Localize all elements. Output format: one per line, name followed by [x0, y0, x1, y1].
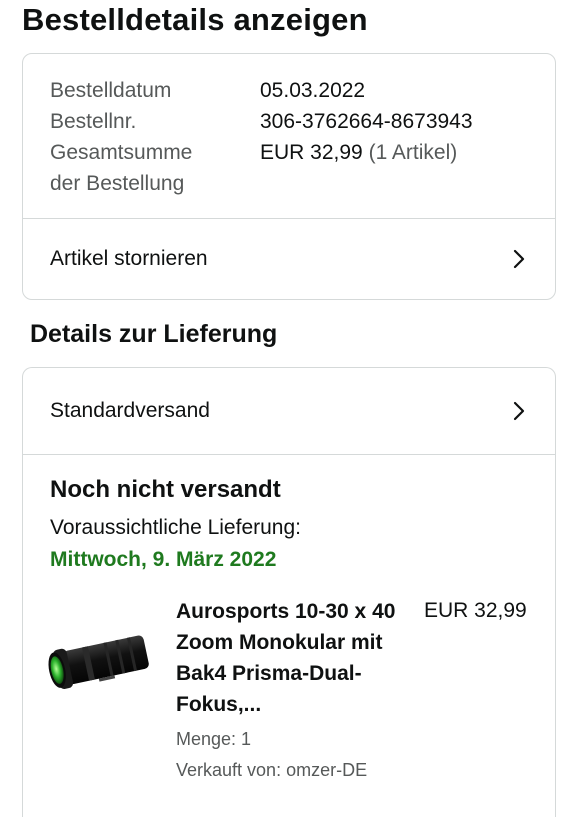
order-number-value: 306-3762664-8673943: [260, 110, 473, 133]
chevron-right-icon: [513, 401, 525, 421]
order-total-label-line2: der Bestellung: [50, 172, 185, 195]
product-title-link[interactable]: Aurosports 10-30 x 40 Zoom Monokular mit…: [176, 596, 406, 720]
delivery-section-title: Details zur Lieferung: [30, 320, 278, 348]
order-total-items: (1 Artikel): [368, 141, 458, 164]
shipment-status: Noch nicht versandt: [50, 476, 281, 503]
order-total-amount: EUR 32,99: [260, 141, 363, 164]
order-date-value: 05.03.2022: [260, 79, 366, 102]
order-summary-card: Bestelldatum 05.03.2022 Bestellnr. 306-3…: [22, 53, 556, 300]
shipping-method-label: Standardversand: [50, 399, 210, 422]
divider: [23, 454, 555, 455]
product-image[interactable]: [45, 620, 155, 700]
cancel-items-link[interactable]: Artikel stornieren: [23, 219, 555, 299]
product-seller: Verkauft von: omzer-DE: [176, 760, 368, 780]
order-date-label: Bestelldatum: [50, 79, 172, 102]
order-total-label-line1: Gesamtsumme: [50, 141, 193, 164]
chevron-right-icon: [513, 249, 525, 269]
product-price: EUR 32,99: [424, 599, 527, 622]
product-quantity: Menge: 1: [176, 729, 252, 749]
order-number-label: Bestellnr.: [50, 110, 137, 133]
order-total-value: EUR 32,99 (1 Artikel): [260, 137, 457, 168]
shipping-method-link[interactable]: Standardversand: [23, 368, 555, 454]
delivery-eta-label: Voraussichtliche Lieferung:: [50, 516, 301, 539]
page-title: Bestelldetails anzeigen: [22, 2, 368, 37]
delivery-card: Standardversand Noch nicht versandt Vora…: [22, 367, 556, 817]
cancel-items-label: Artikel stornieren: [50, 247, 208, 270]
delivery-eta-date: Mittwoch, 9. März 2022: [50, 548, 277, 571]
